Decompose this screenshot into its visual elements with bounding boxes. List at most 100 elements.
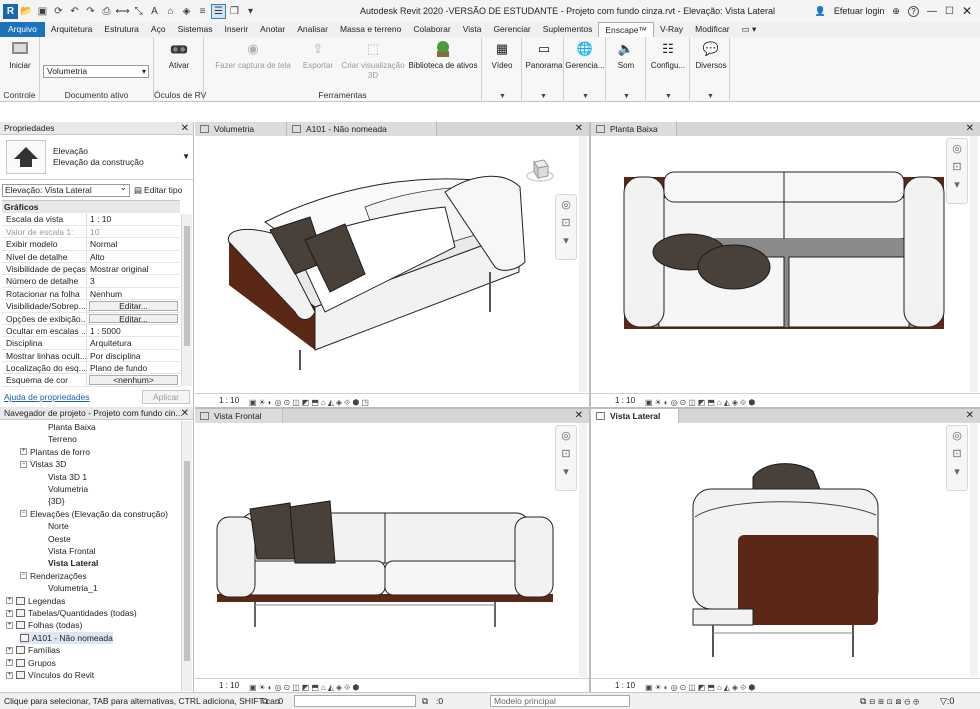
ativar-button[interactable]: Ativar bbox=[162, 39, 196, 71]
steering-wheel-icon[interactable]: ◎ bbox=[947, 426, 967, 444]
measure-icon[interactable]: ⟷ bbox=[115, 4, 130, 19]
tree-item[interactable]: {3D} bbox=[48, 495, 65, 507]
property-row[interactable]: Esquema de cor <nenhum> bbox=[2, 374, 180, 387]
tree-item[interactable]: + Famílias bbox=[6, 644, 60, 656]
sync-icon[interactable]: ⟳ bbox=[51, 4, 66, 19]
tab-a101[interactable]: A101 - Não nomeada bbox=[287, 122, 437, 136]
tab-enscape[interactable]: Enscape™ bbox=[598, 22, 654, 37]
filter-icon[interactable]: ▽:0 bbox=[940, 693, 954, 709]
tree-item[interactable]: + Plantas de forro bbox=[20, 446, 90, 458]
zoom-icon[interactable]: ⊡ bbox=[556, 213, 576, 231]
property-value[interactable]: Nenhum bbox=[87, 288, 180, 299]
steering-wheel-icon[interactable]: ◎ bbox=[556, 195, 576, 213]
nav-menu-icon[interactable]: ▾ bbox=[556, 462, 576, 480]
close-icon[interactable]: ✕ bbox=[181, 407, 189, 420]
exportar-button[interactable]: ⇪ Exportar bbox=[298, 39, 338, 71]
tree-item[interactable]: Vista Frontal bbox=[48, 545, 96, 557]
property-row[interactable]: Mostrar linhas ocult... Por disciplina bbox=[2, 349, 180, 363]
active-workset-select[interactable] bbox=[294, 695, 416, 707]
tree-item[interactable]: Planta Baixa bbox=[48, 421, 96, 433]
design-option-select[interactable]: Modelo principal bbox=[490, 695, 630, 707]
property-row[interactable]: Exibir modelo Normal bbox=[2, 238, 180, 251]
property-row[interactable]: Visibilidade/Sobrep... Editar... bbox=[2, 300, 180, 313]
tab-vista-frontal[interactable]: Vista Frontal bbox=[195, 409, 283, 423]
switch-windows-icon[interactable]: ❐ bbox=[227, 4, 242, 19]
tree-item[interactable]: − Vistas 3D bbox=[20, 458, 66, 470]
tab-suplementos[interactable]: Suplementos bbox=[537, 22, 599, 37]
close-window-button[interactable]: ✕ bbox=[962, 4, 972, 18]
redo-icon[interactable]: ↷ bbox=[83, 4, 98, 19]
selection-filter-icons[interactable]: ⧉⊟⊞⊡⊠⊖⊕ bbox=[860, 693, 922, 709]
tree-item[interactable]: − Elevações (Elevação da construção) bbox=[20, 508, 168, 520]
property-value[interactable]: 10 bbox=[87, 226, 180, 237]
revit-logo-icon[interactable]: R bbox=[3, 3, 18, 19]
cart-icon[interactable]: ⊕ bbox=[892, 6, 900, 17]
expand-icon[interactable]: + bbox=[6, 646, 13, 654]
tab-anotar[interactable]: Anotar bbox=[254, 22, 291, 37]
view-scale[interactable]: 1 : 10 bbox=[615, 396, 635, 405]
property-row[interactable]: Rotacionar na folha Nenhum bbox=[2, 287, 180, 301]
active-document-select[interactable]: Volumetria bbox=[43, 65, 149, 78]
tab-vista[interactable]: Vista bbox=[457, 22, 488, 37]
property-value[interactable]: Por disciplina bbox=[87, 350, 180, 361]
tab-inserir[interactable]: Inserir bbox=[219, 22, 255, 37]
print-icon[interactable]: ⎙ bbox=[99, 4, 114, 19]
property-row[interactable]: Nível de detalhe Alto bbox=[2, 250, 180, 263]
tree-item[interactable]: + Grupos bbox=[6, 657, 56, 669]
undo-icon[interactable]: ↶ bbox=[67, 4, 82, 19]
tree-item[interactable]: + Folhas (todas) bbox=[6, 619, 82, 631]
expand-icon[interactable]: − bbox=[20, 572, 27, 580]
biblioteca-ativos-button[interactable]: Biblioteca de ativos bbox=[406, 39, 480, 71]
property-row[interactable]: Valor de escala 1: 10 bbox=[2, 225, 180, 239]
property-row[interactable]: Escala da vista 1 : 10 bbox=[2, 213, 180, 226]
apply-button[interactable]: Aplicar bbox=[142, 390, 190, 404]
view-scale[interactable]: 1 : 10 bbox=[615, 681, 635, 690]
ribbon-toggle-icon[interactable]: ▭ ▾ bbox=[736, 22, 763, 37]
som-dropdown-icon[interactable]: ▼ bbox=[623, 93, 630, 100]
expand-icon[interactable]: + bbox=[6, 621, 13, 629]
viewport-scrollbar[interactable] bbox=[579, 423, 587, 677]
property-row[interactable]: Opções de exibição... Editar... bbox=[2, 312, 180, 325]
tab-estrutura[interactable]: Estrutura bbox=[98, 22, 145, 37]
tab-analisar[interactable]: Analisar bbox=[291, 22, 334, 37]
property-value[interactable]: 1 : 10 bbox=[87, 213, 180, 224]
property-value[interactable]: Normal bbox=[87, 238, 180, 249]
browser-scrollbar[interactable] bbox=[181, 421, 192, 691]
tree-item[interactable]: − Renderizações bbox=[20, 570, 87, 582]
expand-icon[interactable]: + bbox=[20, 448, 27, 456]
tab-modificar[interactable]: Modificar bbox=[689, 22, 735, 37]
property-row[interactable]: Número de detalhe 3 bbox=[2, 275, 180, 288]
tab-gerenciar[interactable]: Gerenciar bbox=[487, 22, 536, 37]
default-3d-icon[interactable]: ⌂ bbox=[163, 4, 178, 19]
diversos-button[interactable]: 💬 Diversos bbox=[692, 39, 730, 71]
gerencia-dropdown-icon[interactable]: ▼ bbox=[582, 93, 589, 100]
tab-massa-e-terreno[interactable]: Massa e terreno bbox=[334, 22, 407, 37]
view-scale[interactable]: 1 : 10 bbox=[219, 396, 239, 405]
properties-scrollbar[interactable] bbox=[181, 214, 192, 386]
panorama-button[interactable]: ▭ Panorama bbox=[524, 39, 564, 71]
tree-item[interactable]: Oeste bbox=[48, 533, 71, 545]
property-row[interactable]: Localização do esq... Plano de fundo bbox=[2, 362, 180, 375]
tab-planta-baixa[interactable]: Planta Baixa bbox=[591, 122, 677, 136]
instance-filter-select[interactable]: Elevação: Vista Lateral bbox=[2, 182, 130, 197]
expand-icon[interactable]: − bbox=[20, 510, 27, 518]
view-control-icons[interactable]: ▣☀◐◎⊙◫◩⬒⌂◭◈⟐⬢◳ bbox=[249, 396, 371, 409]
save-icon[interactable]: ▣ bbox=[35, 4, 50, 19]
type-selector[interactable]: Elevação Elevação da construção ▼ bbox=[0, 136, 194, 180]
property-edit-button[interactable]: Editar... bbox=[89, 313, 178, 323]
login-button[interactable]: Efetuar login bbox=[834, 6, 885, 16]
zoom-icon[interactable]: ⊡ bbox=[947, 157, 967, 175]
fazer-captura-button[interactable]: ◉ Fazer captura de tela bbox=[212, 39, 294, 71]
close-icon[interactable]: ✕ bbox=[181, 122, 189, 135]
zoom-icon[interactable]: ⊡ bbox=[947, 444, 967, 462]
minimize-button[interactable]: — bbox=[927, 6, 937, 17]
properties-scroll-thumb[interactable] bbox=[184, 226, 190, 346]
tab-arquivo[interactable]: Arquivo bbox=[0, 22, 45, 37]
tree-item[interactable]: + Legendas bbox=[6, 595, 65, 607]
tree-item[interactable]: Norte bbox=[48, 520, 69, 532]
property-edit-button[interactable]: <nenhum> bbox=[89, 375, 178, 385]
close-icon[interactable]: ✕ bbox=[575, 409, 583, 423]
som-button[interactable]: 🔈 Som bbox=[609, 39, 643, 71]
close-icon[interactable]: ✕ bbox=[575, 122, 583, 136]
tab-arquitetura[interactable]: Arquitetura bbox=[45, 22, 99, 37]
